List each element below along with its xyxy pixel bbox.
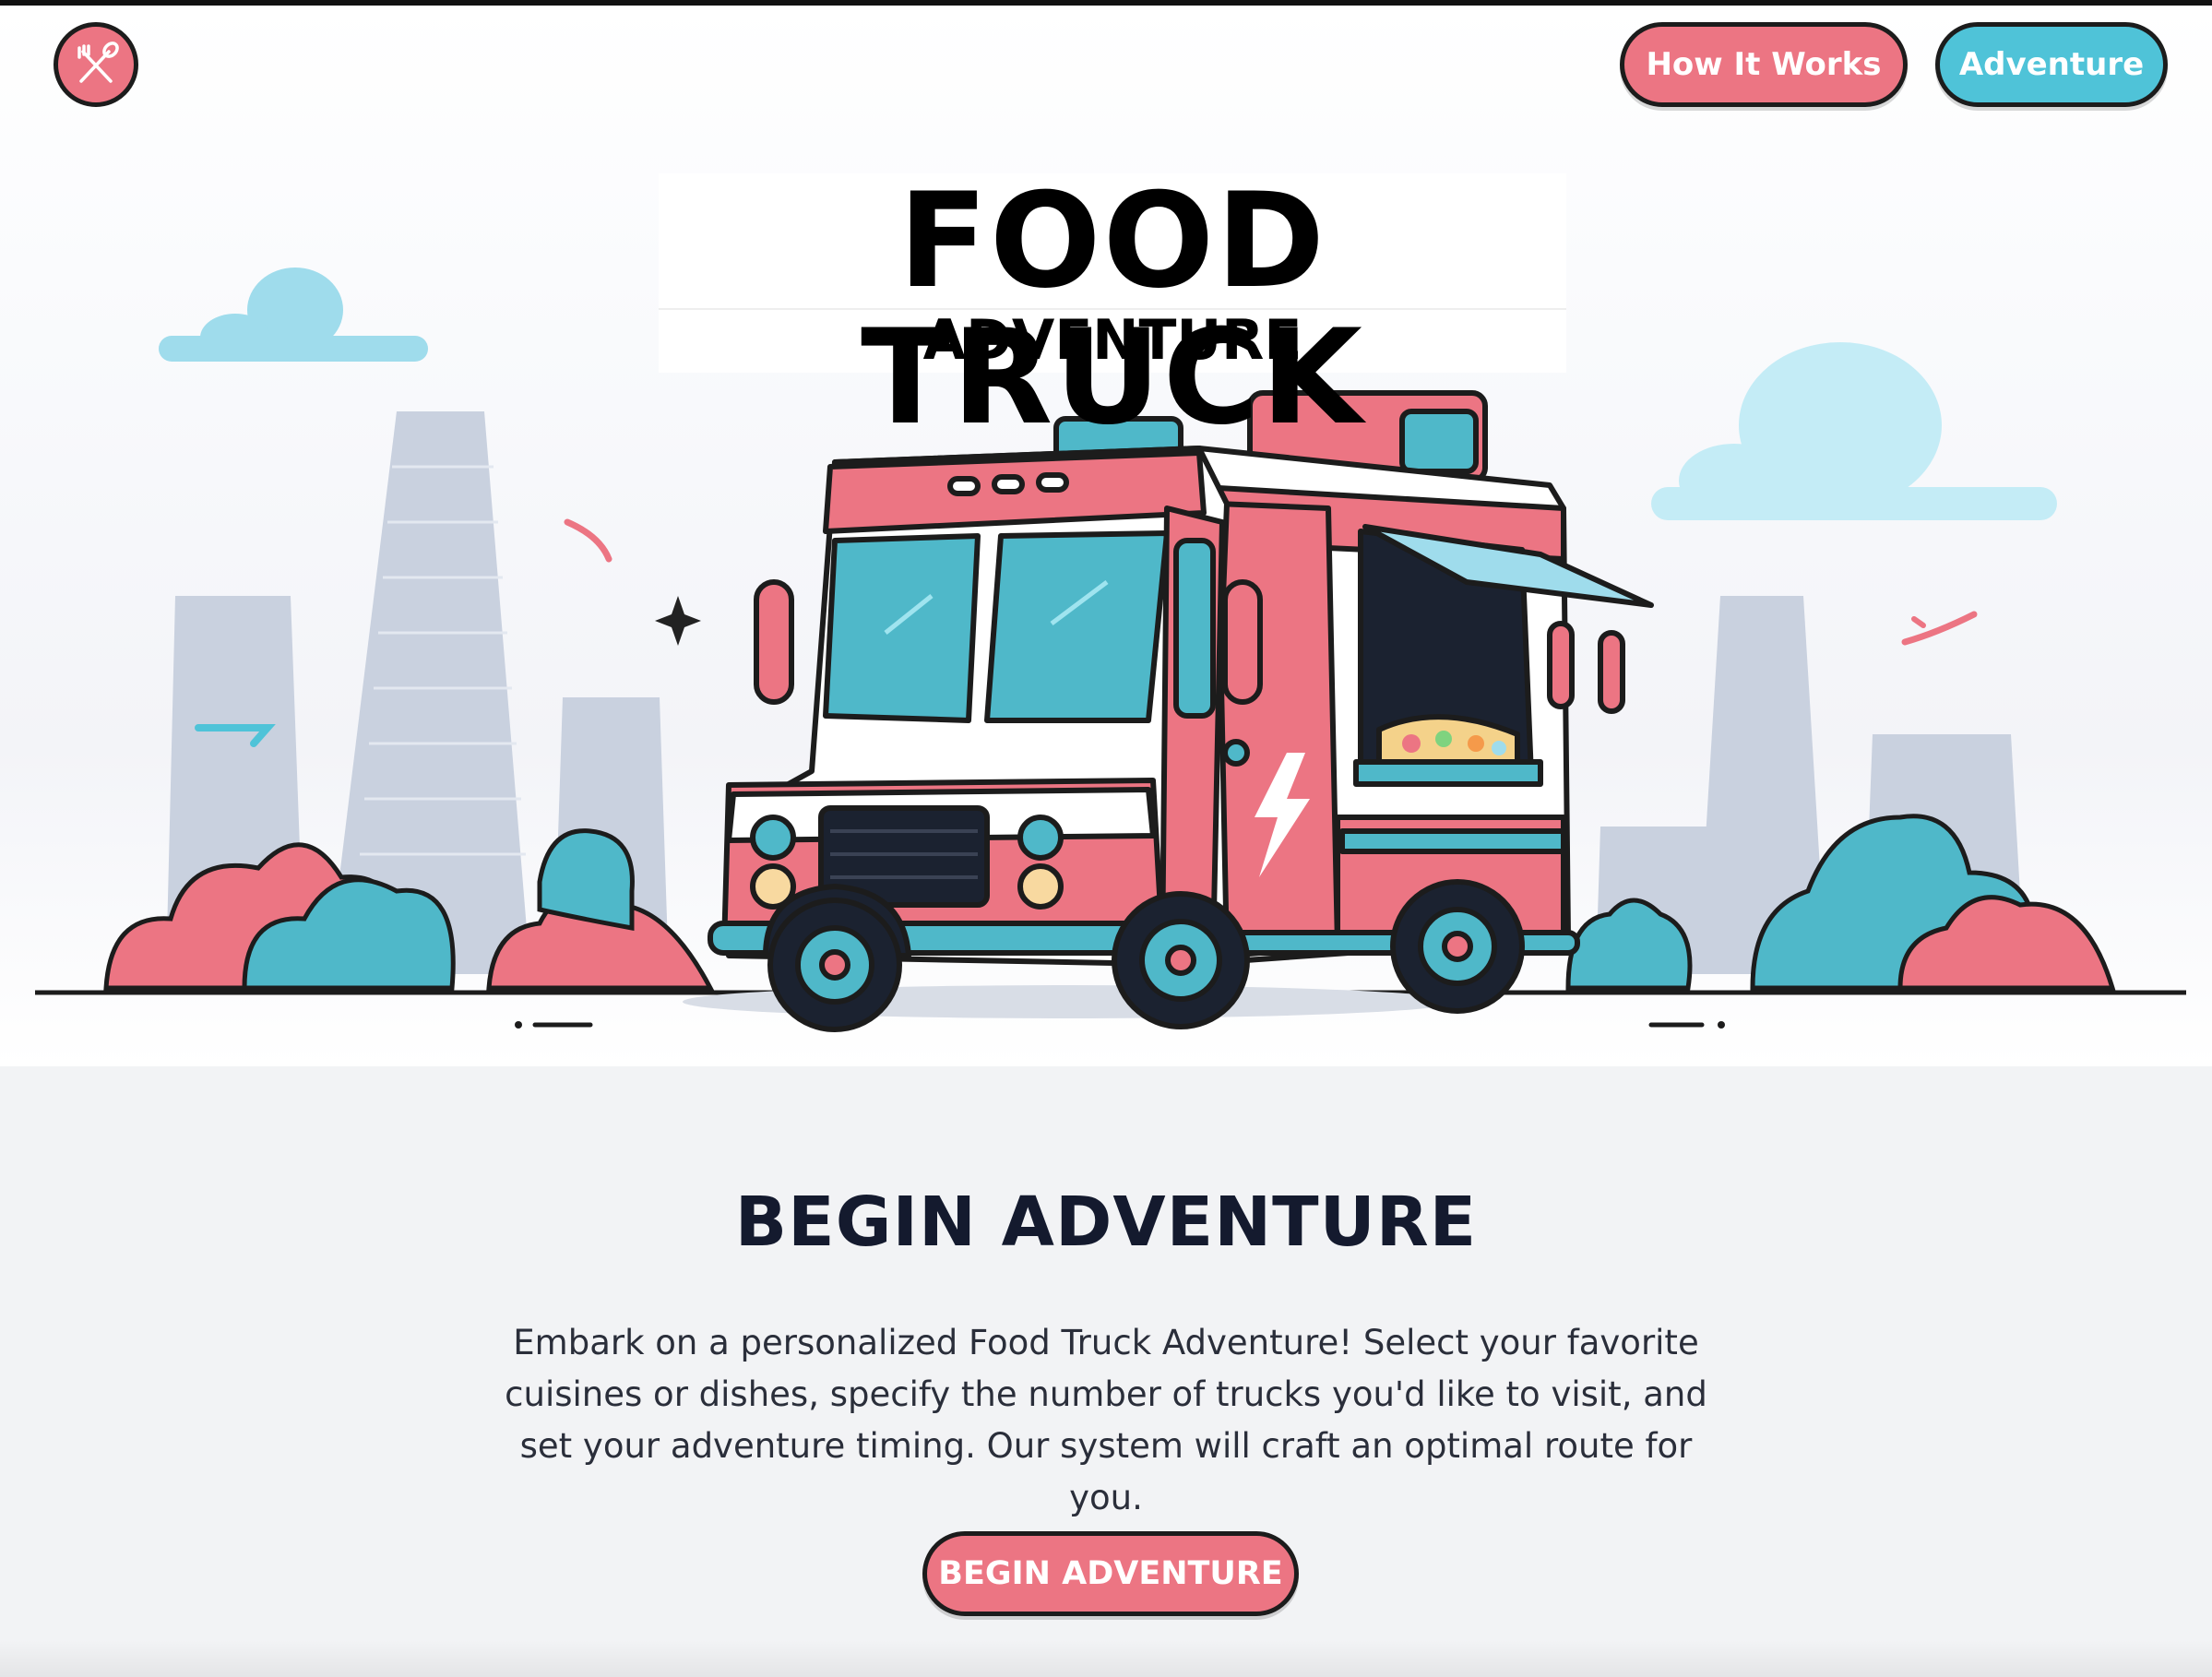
adventure-nav-button[interactable]: Adventure	[1935, 22, 2168, 107]
section-description: Embark on a personalized Food Truck Adve…	[505, 1323, 1707, 1517]
hero-banner: FOOD TRUCK ADVENTURE	[0, 6, 2212, 1066]
bottom-shade	[0, 1640, 2212, 1677]
food-truck	[708, 390, 1654, 1032]
hero-title-sub: ADVENTURE	[659, 308, 1566, 371]
logo-button[interactable]	[54, 22, 138, 107]
cloud-right	[1651, 342, 2057, 520]
how-it-works-button[interactable]: How It Works	[1620, 22, 1908, 107]
section-heading: BEGIN ADVENTURE	[734, 1183, 1478, 1262]
cloud-left	[159, 268, 428, 362]
hero-title: FOOD TRUCK ADVENTURE	[659, 173, 1566, 446]
begin-adventure-button[interactable]: BEGIN ADVENTURE	[922, 1531, 1299, 1616]
fork-spoon-icon	[77, 42, 119, 83]
